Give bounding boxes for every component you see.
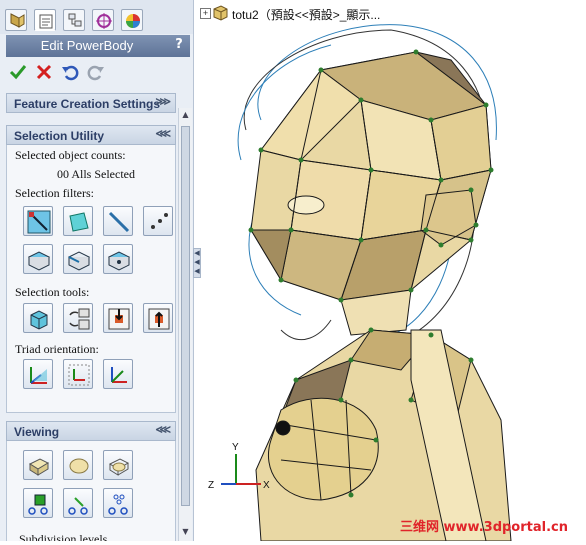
show-edges-button[interactable]	[63, 488, 93, 518]
show-cage-button[interactable]	[23, 488, 53, 518]
view-smooth-mode-button[interactable]	[63, 450, 93, 480]
close-icon	[36, 64, 52, 80]
filter-cage-edge-button[interactable]	[63, 244, 93, 274]
triad-local-icon	[68, 364, 90, 386]
property-manager-panel: Edit PowerBody ? Feature Creation Settin…	[0, 0, 194, 541]
check-icon	[9, 65, 27, 80]
grow-selection-button[interactable]	[103, 303, 133, 333]
filter-vertex-edge-button[interactable]	[23, 206, 53, 236]
section-title: Viewing	[14, 425, 60, 439]
help-button[interactable]: ?	[172, 37, 186, 54]
triad-local-button[interactable]	[63, 359, 93, 389]
viewing-header[interactable]: Viewing ⋘	[6, 421, 176, 441]
filter-edge-button[interactable]	[103, 206, 133, 236]
configuration-manager-tab[interactable]	[63, 9, 85, 31]
face-filter-icon	[69, 212, 89, 232]
cage-face-icon	[27, 251, 51, 271]
chevron-down-icon: ⋙	[155, 96, 171, 108]
part-name: totu2（預設<<預設>_顯示...	[232, 8, 381, 22]
tree-expander[interactable]: +	[200, 8, 211, 19]
scroll-up-arrow-icon[interactable]: ▲	[181, 110, 190, 122]
dimxpert-icon	[96, 13, 112, 29]
triad-x-label: X	[263, 480, 270, 491]
feature-manager-tab[interactable]	[5, 9, 27, 31]
panel-scrollbar[interactable]: ▲ ▼	[178, 108, 192, 541]
property-manager-icon	[39, 14, 53, 29]
manager-tabs	[0, 0, 193, 34]
point-line-filter-icon	[27, 210, 51, 234]
redo-button[interactable]	[86, 62, 106, 82]
graphics-viewport[interactable]: Y X Z	[201, 0, 586, 542]
vertex-filter-icon	[151, 213, 168, 229]
configuration-icon	[68, 13, 82, 27]
viewing-body: Subdivision levels	[6, 441, 176, 541]
selection-utility-body: Selected object counts: 00 Alls Selected…	[6, 145, 176, 413]
panel-title: Edit PowerBody	[40, 38, 134, 53]
selection-tools-label: Selection tools:	[15, 285, 90, 299]
cage-and-body-icon	[108, 458, 130, 476]
head-mesh	[250, 51, 492, 301]
subdivision-levels-label: Subdivision levels	[19, 532, 108, 541]
dimxpert-tab[interactable]	[92, 9, 114, 31]
model-render: Y X Z	[208, 24, 512, 542]
triad-normal-icon	[111, 367, 127, 383]
edge-filter-icon	[108, 211, 130, 233]
triad-world-icon	[30, 367, 47, 384]
view-both-mode-button[interactable]	[103, 450, 133, 480]
panel-actions	[6, 60, 190, 86]
triad-world-button[interactable]	[23, 359, 53, 389]
panel-collapse-handle[interactable]: ◀ ◀ ◀	[193, 248, 201, 278]
select-all-button[interactable]	[23, 303, 53, 333]
selected-counts-value: 00 Alls Selected	[57, 167, 135, 181]
filter-face-button[interactable]	[63, 206, 93, 236]
property-manager-tab[interactable]	[34, 9, 56, 31]
cage-vertices-icon	[108, 494, 128, 515]
part-icon	[212, 5, 228, 24]
chevron-up-icon: ⋘	[155, 424, 171, 436]
cancel-button[interactable]	[34, 62, 54, 82]
filter-cage-vertex-button[interactable]	[103, 244, 133, 274]
selection-filters-label: Selection filters:	[15, 186, 94, 200]
display-manager-icon	[126, 14, 140, 28]
feature-creation-settings-header[interactable]: Feature Creation Settings ⋙	[6, 93, 176, 113]
undo-icon	[62, 65, 79, 81]
cage-edge-icon	[67, 251, 91, 271]
panel-content: Feature Creation Settings ⋙ Selection Ut…	[6, 89, 176, 541]
smooth-shaded-icon	[69, 458, 89, 474]
undo-button[interactable]	[60, 62, 80, 82]
triad-orientation-label: Triad orientation:	[15, 342, 99, 356]
display-manager-tab[interactable]	[121, 9, 143, 31]
filter-cage-face-button[interactable]	[23, 244, 53, 274]
selected-counts-label: Selected object counts:	[15, 148, 126, 162]
triad-normal-button[interactable]	[103, 359, 133, 389]
triad-z-label: Z	[208, 480, 214, 491]
invert-selection-icon	[69, 308, 90, 330]
panel-title-bar: Edit PowerBody ?	[6, 35, 190, 57]
cage-vertex-icon	[107, 251, 131, 271]
invert-selection-button[interactable]	[63, 303, 93, 333]
scrollbar-thumb[interactable]	[181, 126, 190, 506]
chevron-up-icon: ⋘	[155, 128, 171, 140]
grid-down-icon	[108, 308, 130, 330]
show-vertices-button[interactable]	[103, 488, 133, 518]
cage-edges-icon	[68, 497, 88, 515]
view-box-mode-button[interactable]	[23, 450, 53, 480]
grid-up-icon	[148, 308, 170, 330]
redo-icon	[87, 65, 104, 81]
box-shaded-icon	[28, 458, 50, 476]
cube-icon	[30, 310, 48, 330]
ok-button[interactable]	[8, 62, 28, 82]
cage-points-icon	[28, 494, 48, 515]
section-title: Selection Utility	[14, 129, 105, 143]
shrink-selection-button[interactable]	[143, 303, 173, 333]
site-watermark: 三维网 www.3dportal.cn	[399, 520, 568, 535]
triad-y-label: Y	[232, 442, 239, 453]
scroll-down-arrow-icon[interactable]: ▼	[181, 527, 190, 539]
selection-utility-header[interactable]: Selection Utility ⋘	[6, 125, 176, 145]
feature-tree-icon	[10, 13, 25, 28]
section-title: Feature Creation Settings	[14, 97, 161, 111]
filter-vertex-button[interactable]	[143, 206, 173, 236]
